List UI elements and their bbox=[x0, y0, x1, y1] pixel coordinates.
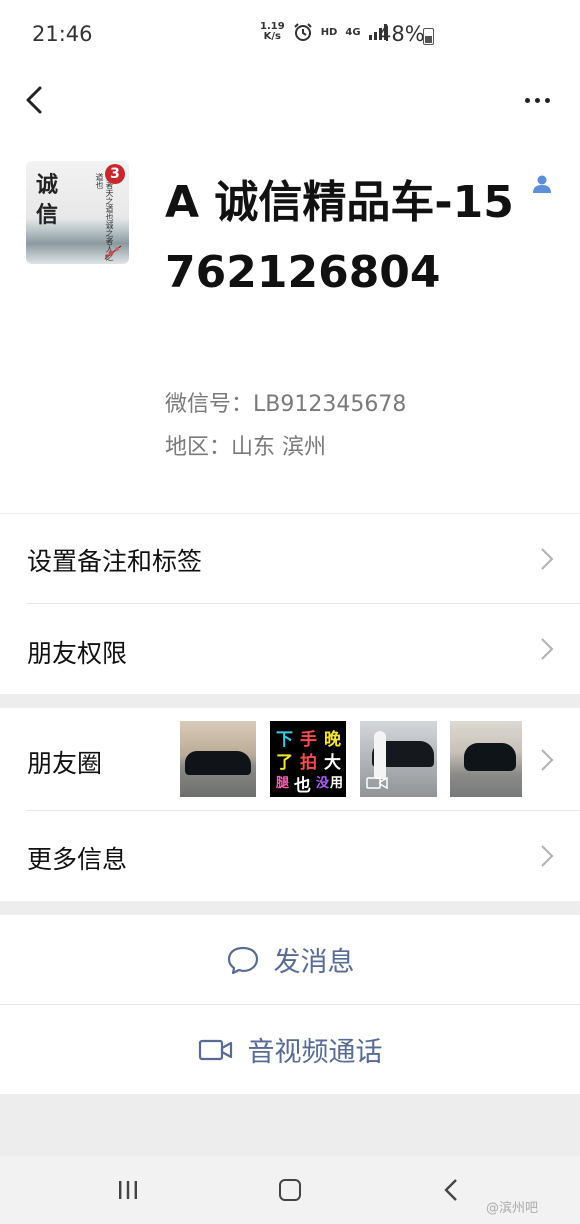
thumb-text: 也 bbox=[294, 776, 311, 796]
moments-row[interactable]: 朋友圈 下 手 晚 了 拍 大 腿 也 没 用 bbox=[0, 708, 580, 811]
avatar-char: 诚 bbox=[36, 172, 59, 198]
person-image bbox=[374, 731, 386, 779]
status-bar: 21:46 1.19 K/s HD 4G 48% bbox=[0, 0, 580, 70]
chevron-right-icon bbox=[541, 638, 554, 660]
moments-thumbnail: 下 手 晚 了 拍 大 腿 也 没 用 bbox=[270, 721, 346, 797]
alarm-icon bbox=[293, 23, 312, 41]
chevron-right-icon bbox=[541, 749, 554, 771]
video-call-button[interactable]: 音视频通话 bbox=[0, 1005, 580, 1094]
remark-tags-row[interactable]: 设置备注和标签 bbox=[0, 514, 580, 604]
moments-label: 朋友圈 bbox=[27, 749, 103, 778]
thumb-text: 拍 bbox=[300, 753, 317, 773]
profile-card: 诚 信 诚者天之道也诚之者人之道也 3 A 诚信精品车-15762126804 … bbox=[0, 130, 580, 513]
battery-level: 48% bbox=[378, 22, 425, 46]
more-info-row[interactable]: 更多信息 bbox=[0, 811, 580, 901]
thumb-text: 用 bbox=[330, 776, 344, 791]
send-message-label: 发消息 bbox=[273, 947, 355, 978]
send-message-button[interactable]: 发消息 bbox=[0, 915, 580, 1004]
thumb-text: 大 bbox=[324, 753, 341, 773]
more-dot-icon bbox=[544, 97, 550, 103]
moments-thumbnail bbox=[360, 721, 437, 797]
chevron-right-icon bbox=[541, 548, 554, 570]
status-time: 21:46 bbox=[32, 22, 93, 46]
back-icon[interactable] bbox=[18, 80, 58, 120]
nav-back-icon[interactable] bbox=[444, 1178, 458, 1202]
video-icon bbox=[366, 777, 388, 789]
chat-bubble-icon bbox=[227, 946, 258, 974]
more-dot-icon bbox=[524, 97, 530, 103]
car-image bbox=[464, 743, 516, 771]
top-nav bbox=[0, 70, 580, 130]
avatar[interactable]: 诚 信 诚者天之道也诚之者人之道也 3 bbox=[26, 161, 129, 264]
video-call-content: 音视频通话 bbox=[0, 1005, 580, 1094]
video-camera-icon bbox=[198, 1039, 232, 1060]
contact-person-icon[interactable] bbox=[532, 174, 552, 194]
region: 地区：山东 滨州 bbox=[165, 435, 326, 460]
moments-thumbnail bbox=[450, 721, 522, 797]
more-info-label: 更多信息 bbox=[27, 845, 128, 874]
battery-icon bbox=[423, 28, 434, 45]
plum-blossom-icon bbox=[104, 245, 122, 260]
avatar-badge: 3 bbox=[105, 164, 125, 184]
chevron-right-icon bbox=[541, 845, 554, 867]
video-call-label: 音视频通话 bbox=[247, 1037, 383, 1068]
home-icon[interactable] bbox=[279, 1179, 301, 1201]
more-dot-icon bbox=[534, 97, 540, 103]
hd-indicator: HD bbox=[320, 26, 338, 38]
friend-permissions-row[interactable]: 朋友权限 bbox=[0, 604, 580, 694]
send-message-content: 发消息 bbox=[0, 915, 580, 1004]
status-icons: 1.19 K/s HD 4G bbox=[260, 22, 387, 42]
thumb-text: 没 bbox=[316, 776, 330, 791]
thumb-text: 腿 bbox=[276, 776, 290, 791]
car-image bbox=[185, 751, 251, 775]
network-type: 4G bbox=[345, 26, 361, 38]
wechat-id: 微信号：LB912345678 bbox=[165, 392, 407, 417]
thumb-text: 晚 bbox=[324, 730, 341, 750]
remark-tags-label: 设置备注和标签 bbox=[27, 547, 203, 576]
thumb-text: 了 bbox=[276, 753, 293, 773]
contact-name: A 诚信精品车-15762126804 bbox=[165, 177, 514, 298]
network-speed: 1.19 K/s bbox=[260, 22, 285, 42]
avatar-char: 信 bbox=[36, 202, 59, 228]
friend-permissions-label: 朋友权限 bbox=[27, 639, 128, 668]
recent-apps-icon[interactable] bbox=[117, 1179, 139, 1201]
network-speed-unit: K/s bbox=[263, 31, 282, 42]
thumb-text: 手 bbox=[300, 730, 317, 750]
watermark: @滨州吧 bbox=[486, 1201, 539, 1216]
more-options-button[interactable] bbox=[512, 80, 562, 120]
moments-thumbnail bbox=[180, 721, 256, 797]
thumb-text: 下 bbox=[276, 730, 293, 750]
